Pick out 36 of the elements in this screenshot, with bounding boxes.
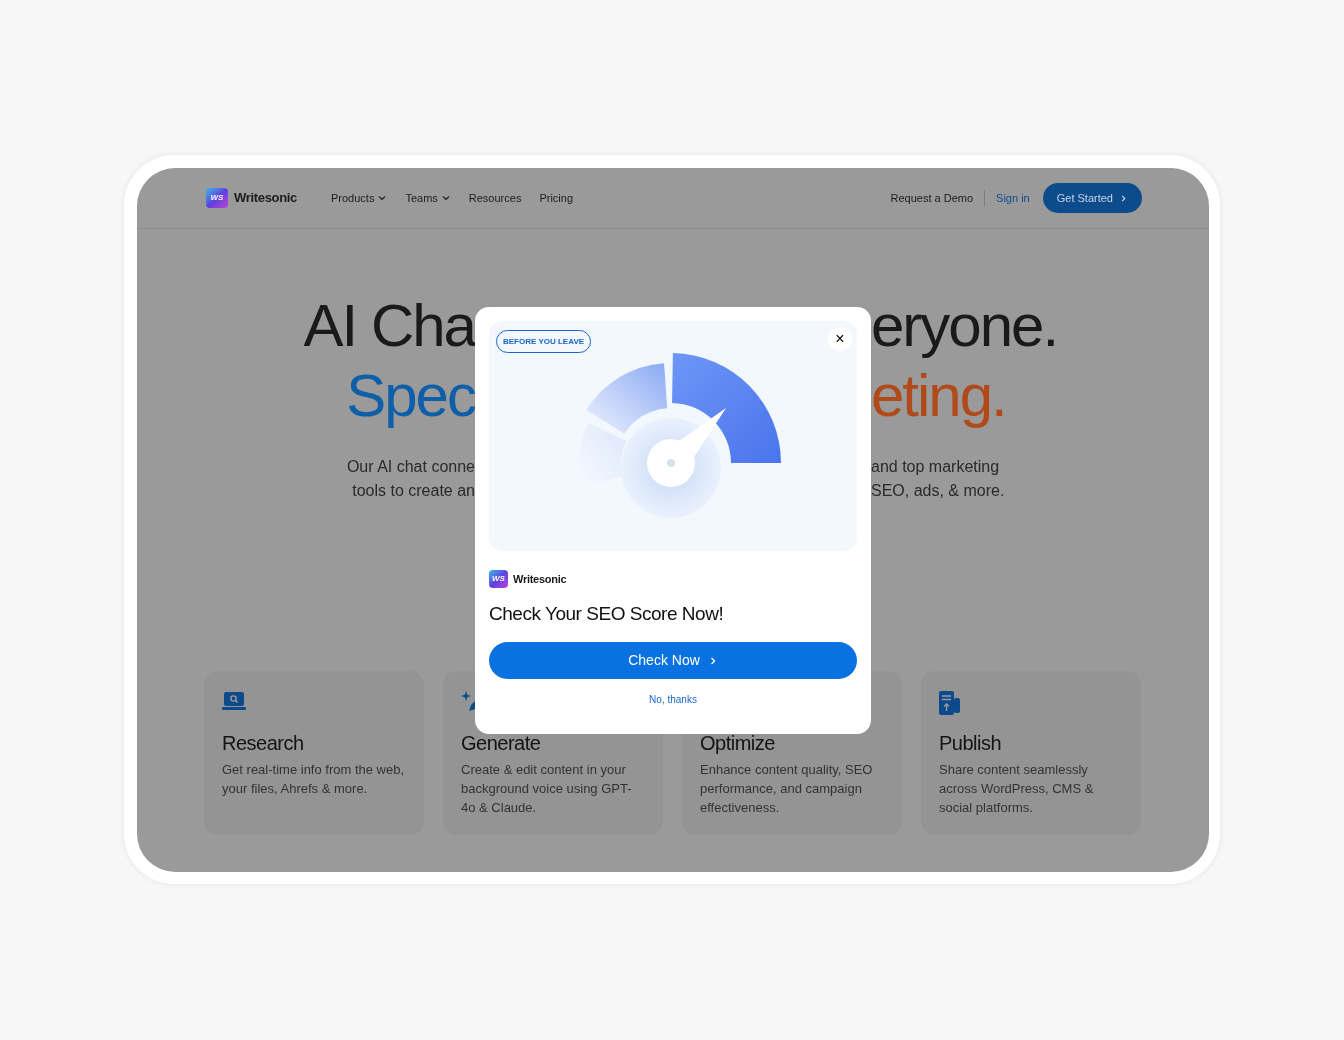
popup-title: Check Your SEO Score Now!	[489, 602, 725, 626]
brand-name: Writesonic	[513, 571, 567, 587]
request-demo-link[interactable]: Request a Demo	[890, 189, 974, 207]
chevron-icon	[1119, 193, 1128, 203]
hero-description: SEO, ads, & more.	[871, 481, 1005, 501]
logo-icon: WS	[206, 188, 228, 208]
feature-title: Generate	[461, 731, 542, 755]
hero-title: eryone.	[871, 291, 1058, 361]
nav-link[interactable]: Resources	[468, 189, 522, 207]
caret-icon	[377, 193, 388, 203]
feature-title: Optimize	[700, 731, 776, 755]
close-button[interactable]: ×	[828, 327, 852, 351]
feature-title: Research	[222, 731, 305, 755]
feature-description: Get real-time info from the web, your files, Ahrefs & more.	[222, 761, 406, 798]
caret-icon	[440, 193, 451, 203]
nav-link[interactable]: Pricing	[539, 189, 573, 207]
sign-in-link[interactable]: Sign in	[996, 189, 1030, 207]
laptop-search-icon	[222, 691, 246, 711]
feature-description: Share content seamlessly across WordPress, CMS & social platforms.	[939, 761, 1095, 817]
hero-subtitle: eting.	[871, 361, 1006, 431]
no-thanks-link[interactable]: No, thanks	[649, 692, 697, 707]
logo-icon: WS	[489, 570, 508, 588]
document-upload-icon	[939, 691, 961, 715]
hero-subtitle: Spec	[346, 361, 475, 431]
feature-title: Publish	[939, 731, 1003, 755]
brand-name[interactable]: Writesonic	[234, 188, 297, 208]
hero-title: AI Cha	[303, 291, 475, 361]
hero-description: and top marketing	[871, 457, 1000, 477]
nav-link[interactable]: Products	[331, 189, 388, 207]
hero-description: tools to create an	[352, 481, 475, 501]
check-now-button[interactable]: Check Now	[489, 642, 857, 679]
hero-description: Our AI chat conne	[346, 457, 475, 477]
nav-link[interactable]: Teams	[405, 189, 451, 207]
feature-description: Create & edit content in your background voice using GPT-4o & Claude.	[461, 761, 633, 817]
feature-description: Enhance content quality, SEO performance, and campaign effectiveness.	[700, 761, 874, 817]
get-started-button[interactable]: Get Started	[1042, 183, 1142, 213]
